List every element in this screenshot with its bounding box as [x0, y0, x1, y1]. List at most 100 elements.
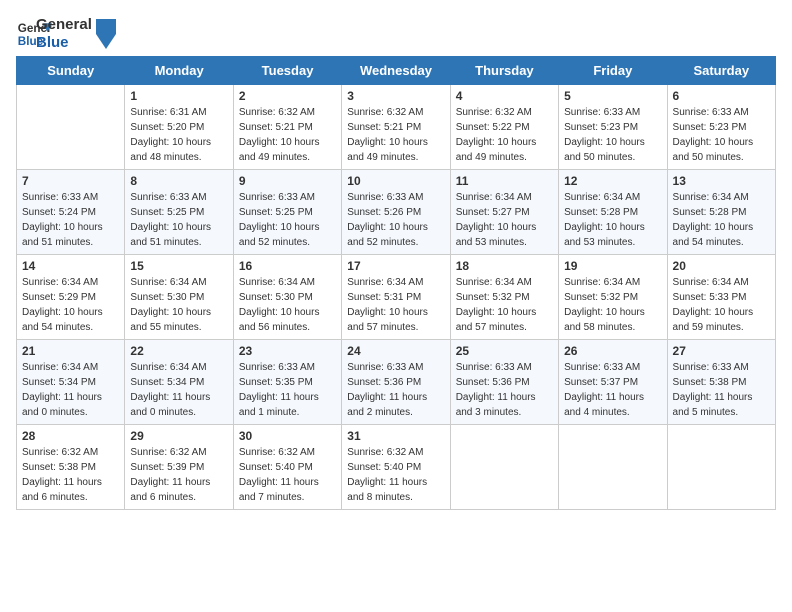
weekday-header-saturday: Saturday: [667, 57, 775, 85]
calendar-cell: 2 Sunrise: 6:32 AMSunset: 5:21 PMDaylight…: [233, 85, 341, 170]
calendar-cell: 15Sunrise: 6:34 AMSunset: 5:30 PMDayligh…: [125, 255, 233, 340]
day-number: 7: [22, 174, 119, 188]
day-number: 30: [239, 429, 336, 443]
calendar-cell: 30Sunrise: 6:32 AMSunset: 5:40 PMDayligh…: [233, 425, 341, 510]
calendar-cell: 10 Sunrise: 6:33 AMSunset: 5:26 PMDayligh…: [342, 170, 450, 255]
day-info: Sunrise: 6:33 AMSunset: 5:26 PMDaylight:…: [347, 190, 444, 250]
calendar-header-row: SundayMondayTuesdayWednesdayThursdayFrid…: [17, 57, 776, 85]
day-info: Sunrise: 6:32 AMSunset: 5:21 PMDaylight:…: [347, 105, 444, 165]
day-number: 5: [564, 89, 661, 103]
calendar-cell: 1Sunrise: 6:31 AMSunset: 5:20 PMDaylight…: [125, 85, 233, 170]
day-number: 18: [456, 259, 553, 273]
day-number: 6: [673, 89, 770, 103]
day-info: Sunrise: 6:34 AMSunset: 5:29 PMDaylight:…: [22, 275, 119, 335]
day-number: 25: [456, 344, 553, 358]
day-info: Sunrise: 6:34 AMSunset: 5:31 PMDaylight:…: [347, 275, 444, 335]
day-number: 10: [347, 174, 444, 188]
weekday-header-tuesday: Tuesday: [233, 57, 341, 85]
day-number: 17: [347, 259, 444, 273]
day-number: 13: [673, 174, 770, 188]
calendar-cell: 21 Sunrise: 6:34 AMSunset: 5:34 PMDayligh…: [17, 340, 125, 425]
day-number: 2: [239, 89, 336, 103]
calendar-cell: [667, 425, 775, 510]
day-info: Sunrise: 6:32 AMSunset: 5:22 PMDaylight:…: [456, 105, 553, 165]
day-number: 4: [456, 89, 553, 103]
day-number: 22: [130, 344, 227, 358]
page-header: General Blue General Blue: [16, 16, 776, 52]
day-info: Sunrise: 6:34 AMSunset: 5:32 PMDaylight:…: [456, 275, 553, 335]
calendar-cell: 16 Sunrise: 6:34 AMSunset: 5:30 PMDayligh…: [233, 255, 341, 340]
day-number: 21: [22, 344, 119, 358]
day-info: Sunrise: 6:33 AMSunset: 5:25 PMDaylight:…: [130, 190, 227, 250]
day-info: Sunrise: 6:34 AMSunset: 5:32 PMDaylight:…: [564, 275, 661, 335]
day-info: Sunrise: 6:33 AMSunset: 5:24 PMDaylight:…: [22, 190, 119, 250]
day-info: Sunrise: 6:32 AMSunset: 5:38 PMDaylight:…: [22, 445, 119, 505]
calendar-cell: 5 Sunrise: 6:33 AMSunset: 5:23 PMDaylight…: [559, 85, 667, 170]
day-number: 29: [130, 429, 227, 443]
day-number: 28: [22, 429, 119, 443]
calendar-cell: 26 Sunrise: 6:33 AMSunset: 5:37 PMDayligh…: [559, 340, 667, 425]
calendar-cell: 23 Sunrise: 6:33 AMSunset: 5:35 PMDayligh…: [233, 340, 341, 425]
weekday-header-wednesday: Wednesday: [342, 57, 450, 85]
calendar-cell: 22Sunrise: 6:34 AMSunset: 5:34 PMDayligh…: [125, 340, 233, 425]
calendar-cell: 8Sunrise: 6:33 AMSunset: 5:25 PMDaylight…: [125, 170, 233, 255]
day-number: 15: [130, 259, 227, 273]
calendar-cell: 13 Sunrise: 6:34 AMSunset: 5:28 PMDayligh…: [667, 170, 775, 255]
calendar-week-row: 1Sunrise: 6:31 AMSunset: 5:20 PMDaylight…: [17, 85, 776, 170]
calendar-cell: 27 Sunrise: 6:33 AMSunset: 5:38 PMDayligh…: [667, 340, 775, 425]
weekday-header-friday: Friday: [559, 57, 667, 85]
calendar-week-row: 7 Sunrise: 6:33 AMSunset: 5:24 PMDaylight…: [17, 170, 776, 255]
day-number: 14: [22, 259, 119, 273]
calendar-week-row: 28 Sunrise: 6:32 AMSunset: 5:38 PMDayligh…: [17, 425, 776, 510]
day-info: Sunrise: 6:33 AMSunset: 5:23 PMDaylight:…: [564, 105, 661, 165]
day-info: Sunrise: 6:34 AMSunset: 5:34 PMDaylight:…: [22, 360, 119, 420]
day-number: 31: [347, 429, 444, 443]
calendar-cell: 19Sunrise: 6:34 AMSunset: 5:32 PMDayligh…: [559, 255, 667, 340]
day-info: Sunrise: 6:33 AMSunset: 5:36 PMDaylight:…: [347, 360, 444, 420]
calendar-cell: 28 Sunrise: 6:32 AMSunset: 5:38 PMDayligh…: [17, 425, 125, 510]
day-info: Sunrise: 6:34 AMSunset: 5:30 PMDaylight:…: [239, 275, 336, 335]
day-number: 16: [239, 259, 336, 273]
calendar-cell: 29Sunrise: 6:32 AMSunset: 5:39 PMDayligh…: [125, 425, 233, 510]
calendar-cell: 17 Sunrise: 6:34 AMSunset: 5:31 PMDayligh…: [342, 255, 450, 340]
calendar-table: SundayMondayTuesdayWednesdayThursdayFrid…: [16, 56, 776, 510]
logo-general: General: [36, 16, 92, 34]
day-info: Sunrise: 6:34 AMSunset: 5:28 PMDaylight:…: [673, 190, 770, 250]
day-info: Sunrise: 6:33 AMSunset: 5:35 PMDaylight:…: [239, 360, 336, 420]
day-number: 23: [239, 344, 336, 358]
day-info: Sunrise: 6:34 AMSunset: 5:28 PMDaylight:…: [564, 190, 661, 250]
day-info: Sunrise: 6:32 AMSunset: 5:40 PMDaylight:…: [347, 445, 444, 505]
day-info: Sunrise: 6:33 AMSunset: 5:37 PMDaylight:…: [564, 360, 661, 420]
weekday-header-sunday: Sunday: [17, 57, 125, 85]
logo-arrow-icon: [96, 19, 116, 49]
day-info: Sunrise: 6:33 AMSunset: 5:36 PMDaylight:…: [456, 360, 553, 420]
calendar-cell: 31 Sunrise: 6:32 AMSunset: 5:40 PMDayligh…: [342, 425, 450, 510]
day-number: 26: [564, 344, 661, 358]
weekday-header-monday: Monday: [125, 57, 233, 85]
calendar-week-row: 14 Sunrise: 6:34 AMSunset: 5:29 PMDayligh…: [17, 255, 776, 340]
day-number: 9: [239, 174, 336, 188]
calendar-cell: 6 Sunrise: 6:33 AMSunset: 5:23 PMDaylight…: [667, 85, 775, 170]
day-info: Sunrise: 6:32 AMSunset: 5:21 PMDaylight:…: [239, 105, 336, 165]
day-number: 27: [673, 344, 770, 358]
day-info: Sunrise: 6:33 AMSunset: 5:25 PMDaylight:…: [239, 190, 336, 250]
day-number: 11: [456, 174, 553, 188]
day-number: 1: [130, 89, 227, 103]
calendar-cell: 3 Sunrise: 6:32 AMSunset: 5:21 PMDaylight…: [342, 85, 450, 170]
day-number: 3: [347, 89, 444, 103]
logo-blue: Blue: [36, 34, 92, 52]
logo: General Blue General Blue: [16, 16, 116, 52]
day-number: 24: [347, 344, 444, 358]
calendar-cell: 24 Sunrise: 6:33 AMSunset: 5:36 PMDayligh…: [342, 340, 450, 425]
calendar-cell: 20Sunrise: 6:34 AMSunset: 5:33 PMDayligh…: [667, 255, 775, 340]
day-info: Sunrise: 6:33 AMSunset: 5:23 PMDaylight:…: [673, 105, 770, 165]
day-info: Sunrise: 6:34 AMSunset: 5:27 PMDaylight:…: [456, 190, 553, 250]
calendar-cell: 14 Sunrise: 6:34 AMSunset: 5:29 PMDayligh…: [17, 255, 125, 340]
day-info: Sunrise: 6:33 AMSunset: 5:38 PMDaylight:…: [673, 360, 770, 420]
day-number: 12: [564, 174, 661, 188]
calendar-week-row: 21 Sunrise: 6:34 AMSunset: 5:34 PMDayligh…: [17, 340, 776, 425]
calendar-cell: 4 Sunrise: 6:32 AMSunset: 5:22 PMDaylight…: [450, 85, 558, 170]
calendar-cell: 7 Sunrise: 6:33 AMSunset: 5:24 PMDaylight…: [17, 170, 125, 255]
calendar-cell: [450, 425, 558, 510]
calendar-cell: 25 Sunrise: 6:33 AMSunset: 5:36 PMDayligh…: [450, 340, 558, 425]
